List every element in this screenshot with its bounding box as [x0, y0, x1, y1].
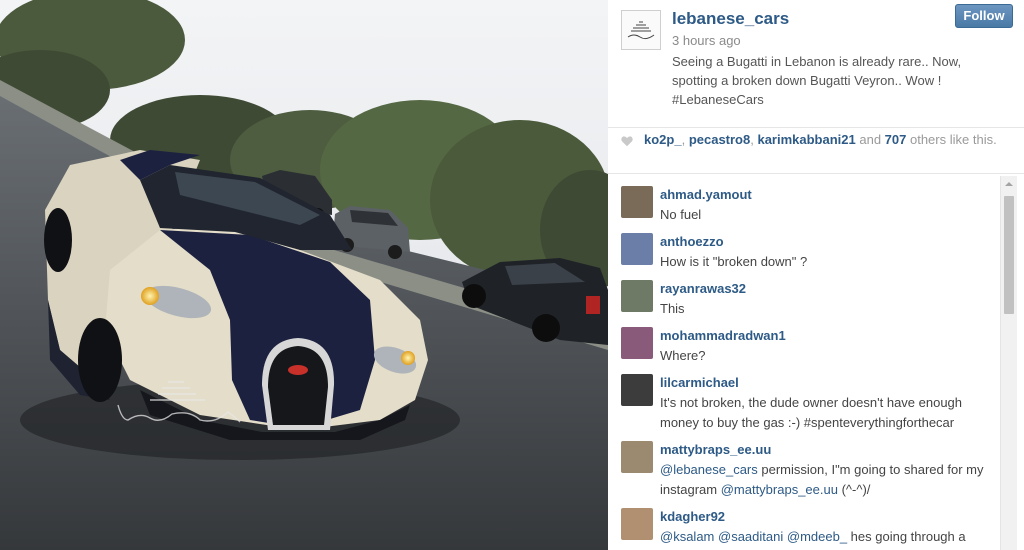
mention-link[interactable]: @lebanese_cars	[660, 462, 758, 477]
comment-text: @ksalam @saaditani @mdeeb_ hes going thr…	[660, 529, 966, 544]
commenter-avatar[interactable]	[621, 186, 653, 218]
owner-username[interactable]: lebanese_cars	[672, 9, 789, 29]
comment-item: kdagher92 @ksalam @saaditani @mdeeb_ hes…	[608, 498, 1000, 545]
post-header: lebanese_cars 3 hours ago Seeing a Bugat…	[608, 0, 1024, 128]
comment-item: lilcarmichael It's not broken, the dude …	[608, 364, 1000, 431]
comment-item: ahmad.yamout No fuel	[608, 176, 1000, 223]
scroll-up-arrow-icon[interactable]	[1001, 176, 1017, 192]
liker-username[interactable]: pecastro8	[689, 132, 750, 147]
commenter-avatar[interactable]	[621, 374, 653, 406]
comment-text: Where?	[660, 348, 706, 363]
commenter-avatar[interactable]	[621, 233, 653, 265]
mention-link[interactable]: @saaditani	[718, 529, 783, 544]
liker-username[interactable]: ko2p_	[644, 132, 682, 147]
comment-item: rayanrawas32 This	[608, 270, 1000, 317]
comment-text: How is it "broken down" ?	[660, 254, 808, 269]
comments-scrollbar[interactable]	[1000, 176, 1017, 550]
likes-section: ko2p_, pecastro8, karimkabbani21 and 707…	[608, 129, 1024, 174]
comment-text: This	[660, 301, 685, 316]
commenter-avatar[interactable]	[621, 280, 653, 312]
commenter-avatar[interactable]	[621, 508, 653, 540]
likes-count[interactable]: 707	[885, 132, 907, 147]
comment-text: It's not broken, the dude owner doesn't …	[660, 395, 963, 430]
heart-icon[interactable]	[620, 134, 634, 148]
liker-username[interactable]: karimkabbani21	[757, 132, 855, 147]
commenter-avatar[interactable]	[621, 327, 653, 359]
commenter-username[interactable]: mattybraps_ee.uu	[660, 442, 771, 457]
likes-text: ko2p_, pecastro8, karimkabbani21 and 707…	[644, 132, 997, 147]
comment-text: No fuel	[660, 207, 702, 222]
commenter-username[interactable]: rayanrawas32	[660, 281, 746, 296]
commenter-username[interactable]: mohammadradwan1	[660, 328, 786, 343]
post-caption: Seeing a Bugatti in Lebanon is already r…	[672, 54, 962, 107]
post-details-panel: lebanese_cars 3 hours ago Seeing a Bugat…	[608, 0, 1024, 550]
owner-avatar[interactable]	[621, 10, 661, 50]
comment-item: anthoezzo How is it "broken down" ?	[608, 223, 1000, 270]
comment-text: @lebanese_cars permission, I"m going to …	[660, 462, 984, 497]
commenter-username[interactable]: lilcarmichael	[660, 375, 739, 390]
post-timestamp[interactable]: 3 hours ago	[672, 33, 741, 48]
mention-link[interactable]: @mattybraps_ee.uu	[721, 482, 838, 497]
scrollbar-thumb[interactable]	[1004, 196, 1014, 314]
mention-link[interactable]: @ksalam	[660, 529, 714, 544]
commenter-username[interactable]: kdagher92	[660, 509, 725, 524]
comments-list: ahmad.yamout No fuel anthoezzo How is it…	[608, 176, 1000, 550]
comment-item: mohammadradwan1 Where?	[608, 317, 1000, 364]
comment-item: mattybraps_ee.uu @lebanese_cars permissi…	[608, 431, 1000, 498]
commenter-username[interactable]: anthoezzo	[660, 234, 724, 249]
commenter-avatar[interactable]	[621, 441, 653, 473]
post-photo	[0, 0, 608, 550]
follow-button[interactable]: Follow	[955, 4, 1013, 28]
mention-link[interactable]: @mdeeb_	[787, 529, 847, 544]
commenter-username[interactable]: ahmad.yamout	[660, 187, 752, 202]
